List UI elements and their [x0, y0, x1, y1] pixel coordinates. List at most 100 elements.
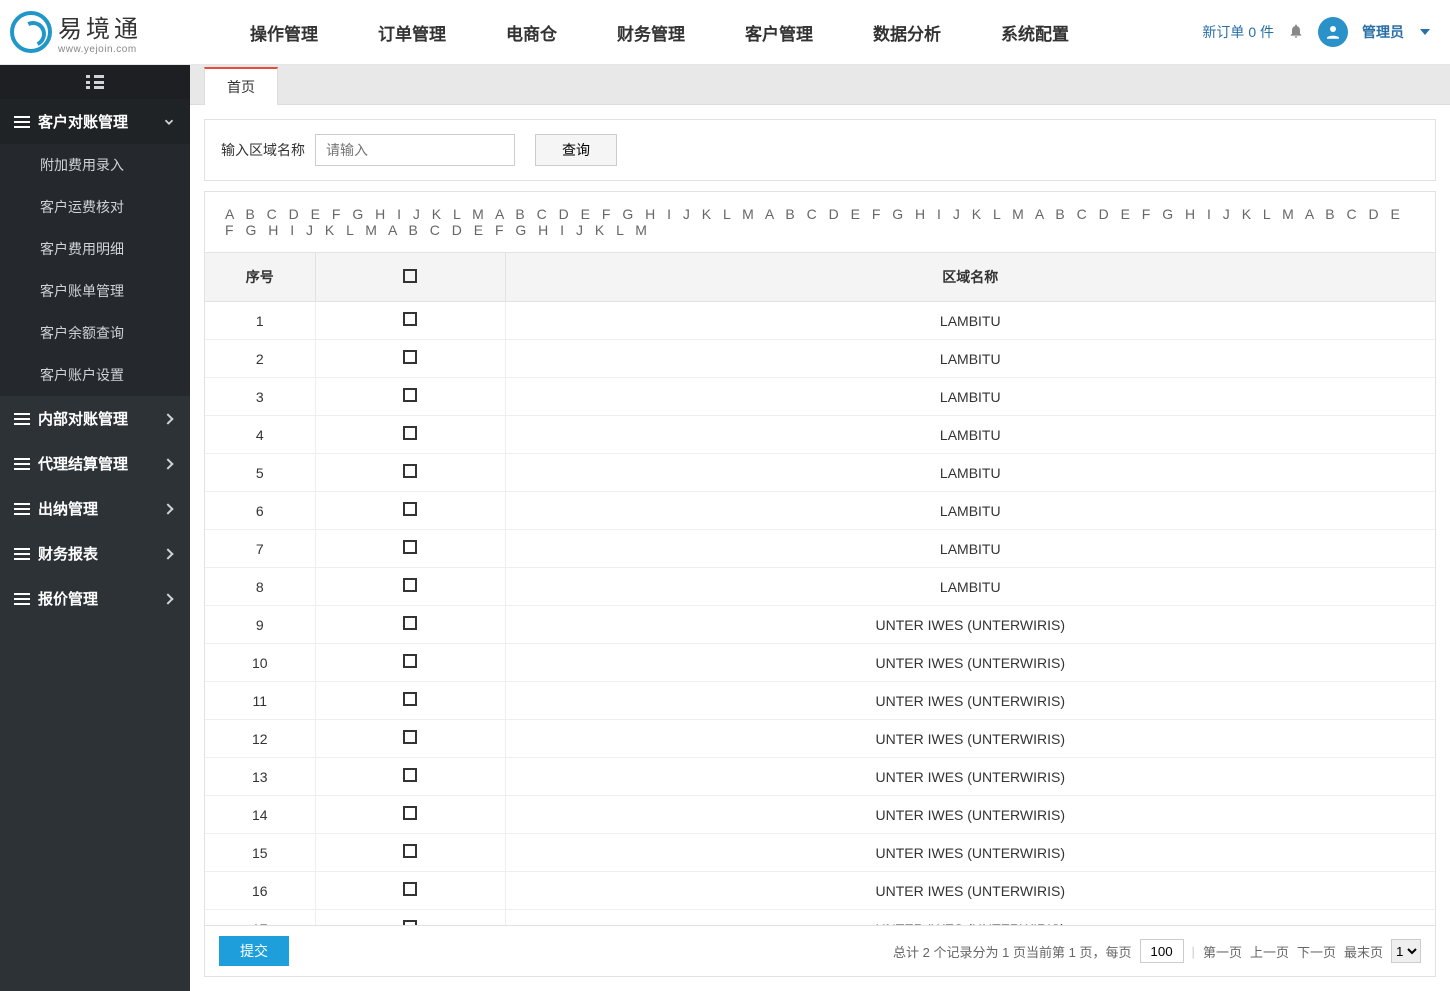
- bell-icon[interactable]: [1288, 23, 1304, 42]
- cell-region-name: UNTER IWES (UNTERWIRIS): [505, 682, 1435, 720]
- cell-index: 6: [205, 492, 315, 530]
- topnav-item-3[interactable]: 财务管理: [617, 20, 685, 45]
- cell-select[interactable]: [315, 758, 505, 796]
- region-name-input[interactable]: [315, 134, 515, 166]
- checkbox-icon[interactable]: [403, 806, 417, 820]
- cell-select[interactable]: [315, 378, 505, 416]
- tab-bar: 首页: [190, 65, 1450, 105]
- avatar[interactable]: [1318, 17, 1348, 47]
- table-row: 1LAMBITU: [205, 302, 1435, 340]
- page-first[interactable]: 第一页: [1203, 942, 1242, 961]
- sidebar-group-2[interactable]: 代理结算管理: [0, 441, 190, 486]
- perpage-input[interactable]: [1140, 939, 1184, 963]
- sidebar-toggle[interactable]: [0, 65, 190, 99]
- topnav-item-0[interactable]: 操作管理: [250, 20, 318, 45]
- sidebar-item-0-1[interactable]: 客户运费核对: [0, 186, 190, 228]
- checkbox-icon[interactable]: [403, 768, 417, 782]
- checkbox-icon[interactable]: [403, 388, 417, 402]
- list-icon: [14, 548, 30, 560]
- cell-select[interactable]: [315, 796, 505, 834]
- col-select[interactable]: [315, 253, 505, 302]
- checkbox-icon[interactable]: [403, 464, 417, 478]
- cell-select[interactable]: [315, 682, 505, 720]
- cell-index: 12: [205, 720, 315, 758]
- checkbox-icon[interactable]: [403, 730, 417, 744]
- cell-select[interactable]: [315, 606, 505, 644]
- cell-select[interactable]: [315, 302, 505, 340]
- search-bar: 输入区域名称 查询: [204, 119, 1436, 181]
- cell-index: 17: [205, 910, 315, 927]
- topnav-item-5[interactable]: 数据分析: [873, 20, 941, 45]
- table-row: 8LAMBITU: [205, 568, 1435, 606]
- search-button[interactable]: 查询: [535, 134, 617, 166]
- cell-index: 3: [205, 378, 315, 416]
- col-region-name: 区域名称: [505, 253, 1435, 302]
- sidebar-group-1[interactable]: 内部对账管理: [0, 396, 190, 441]
- user-name[interactable]: 管理员: [1362, 22, 1404, 42]
- cell-region-name: UNTER IWES (UNTERWIRIS): [505, 796, 1435, 834]
- page-next[interactable]: 下一页: [1297, 942, 1336, 961]
- cell-index: 7: [205, 530, 315, 568]
- cell-region-name: UNTER IWES (UNTERWIRIS): [505, 872, 1435, 910]
- sidebar-item-0-5[interactable]: 客户账户设置: [0, 354, 190, 396]
- table-row: 15UNTER IWES (UNTERWIRIS): [205, 834, 1435, 872]
- topnav-item-2[interactable]: 电商仓: [506, 20, 557, 45]
- cell-select[interactable]: [315, 340, 505, 378]
- sidebar-item-0-3[interactable]: 客户账单管理: [0, 270, 190, 312]
- new-orders[interactable]: 新订单 0 件: [1202, 22, 1274, 42]
- topnav-item-4[interactable]: 客户管理: [745, 20, 813, 45]
- topnav-item-1[interactable]: 订单管理: [378, 20, 446, 45]
- checkbox-icon[interactable]: [403, 269, 417, 283]
- table-row: 10UNTER IWES (UNTERWIRIS): [205, 644, 1435, 682]
- cell-select[interactable]: [315, 530, 505, 568]
- cell-select[interactable]: [315, 872, 505, 910]
- col-index: 序号: [205, 253, 315, 302]
- checkbox-icon[interactable]: [403, 578, 417, 592]
- page-select[interactable]: 1: [1391, 939, 1421, 963]
- cell-select[interactable]: [315, 834, 505, 872]
- cell-select[interactable]: [315, 492, 505, 530]
- checkbox-icon[interactable]: [403, 616, 417, 630]
- checkbox-icon[interactable]: [403, 844, 417, 858]
- sidebar-group-0[interactable]: 客户对账管理: [0, 99, 190, 144]
- chevron-right-icon: [162, 413, 173, 424]
- cell-select[interactable]: [315, 568, 505, 606]
- table-row: 6LAMBITU: [205, 492, 1435, 530]
- cell-index: 13: [205, 758, 315, 796]
- checkbox-icon[interactable]: [403, 540, 417, 554]
- submit-button[interactable]: 提交: [219, 936, 289, 966]
- logo[interactable]: 易境通 www.yejoin.com: [10, 9, 190, 55]
- cell-select[interactable]: [315, 720, 505, 758]
- sidebar-item-0-2[interactable]: 客户费用明细: [0, 228, 190, 270]
- sidebar-item-0-4[interactable]: 客户余额查询: [0, 312, 190, 354]
- table-row: 3LAMBITU: [205, 378, 1435, 416]
- tab-home[interactable]: 首页: [204, 67, 278, 105]
- checkbox-icon[interactable]: [403, 502, 417, 516]
- page-last[interactable]: 最末页: [1344, 942, 1383, 961]
- checkbox-icon[interactable]: [403, 654, 417, 668]
- cell-select[interactable]: [315, 454, 505, 492]
- topnav-item-6[interactable]: 系统配置: [1001, 20, 1069, 45]
- logo-icon: [10, 11, 52, 53]
- cell-index: 4: [205, 416, 315, 454]
- alpha-index[interactable]: A B C D E F G H I J K L M A B C D E F G …: [204, 191, 1436, 252]
- sidebar-item-0-0[interactable]: 附加费用录入: [0, 144, 190, 186]
- chevron-right-icon: [162, 503, 173, 514]
- pagination: 总计 2 个记录分为 1 页当前第 1 页，每页 | 第一页 上一页 下一页 最…: [893, 939, 1421, 963]
- checkbox-icon[interactable]: [403, 350, 417, 364]
- sidebar-group-3[interactable]: 出纳管理: [0, 486, 190, 531]
- checkbox-icon[interactable]: [403, 882, 417, 896]
- cell-select[interactable]: [315, 910, 505, 927]
- table-row: 7LAMBITU: [205, 530, 1435, 568]
- chevron-down-icon[interactable]: [1420, 29, 1430, 35]
- checkbox-icon[interactable]: [403, 426, 417, 440]
- chevron-right-icon: [162, 593, 173, 604]
- cell-select[interactable]: [315, 644, 505, 682]
- page-prev[interactable]: 上一页: [1250, 942, 1289, 961]
- sidebar-group-4[interactable]: 财务报表: [0, 531, 190, 576]
- sidebar-group-5[interactable]: 报价管理: [0, 576, 190, 621]
- checkbox-icon[interactable]: [403, 312, 417, 326]
- checkbox-icon[interactable]: [403, 692, 417, 706]
- cell-select[interactable]: [315, 416, 505, 454]
- cell-region-name: UNTER IWES (UNTERWIRIS): [505, 910, 1435, 927]
